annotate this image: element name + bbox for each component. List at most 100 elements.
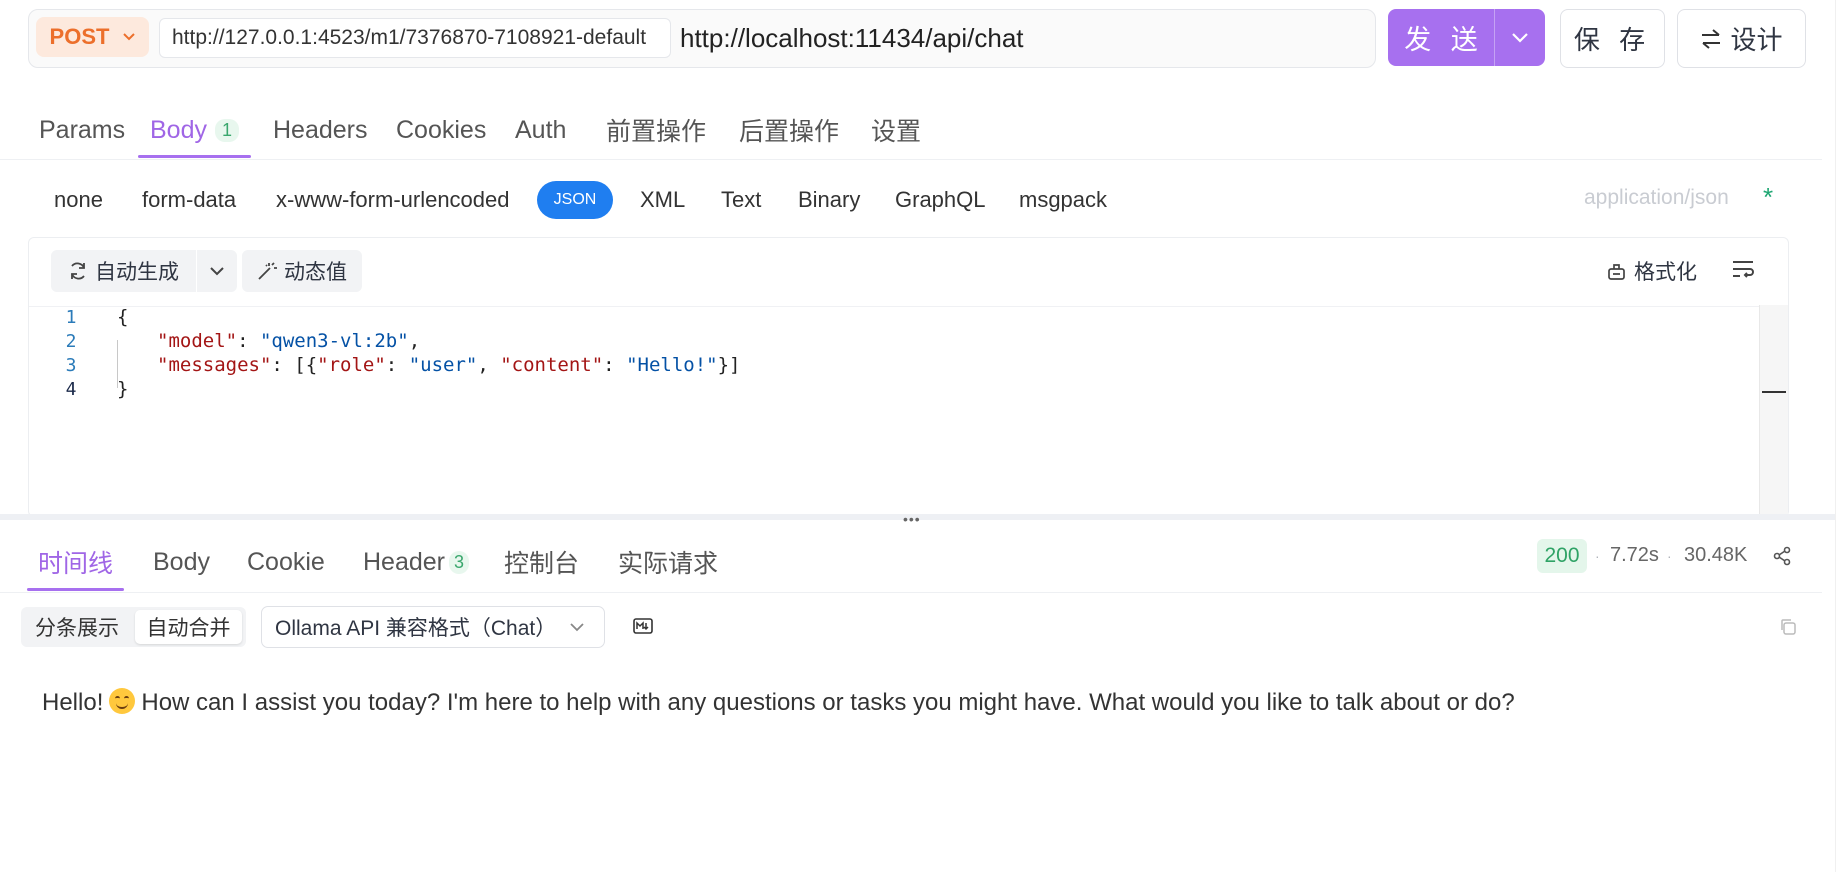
tab-console[interactable]: 控制台: [504, 542, 579, 582]
tab-response-header[interactable]: Header 3: [363, 542, 470, 582]
design-label: 设计: [1730, 25, 1783, 55]
tab-body[interactable]: Body 1: [150, 108, 239, 152]
chevron-down-icon: [570, 622, 584, 631]
tab-response-body[interactable]: Body: [153, 542, 210, 582]
design-button[interactable]: 设计: [1677, 9, 1806, 68]
body-type-text[interactable]: Text: [721, 182, 761, 218]
auto-generate-dropdown[interactable]: [197, 250, 237, 292]
tab-params[interactable]: Params: [39, 108, 125, 152]
tab-settings[interactable]: 设置: [871, 108, 921, 152]
json-string: "Hello!": [626, 354, 718, 376]
line-number: 2: [65, 331, 77, 352]
brace: {: [117, 306, 129, 328]
body-type-xml[interactable]: XML: [640, 182, 685, 218]
auto-generate-label: 自动生成: [95, 261, 179, 284]
divider: [0, 592, 1822, 593]
body-type-none[interactable]: none: [54, 182, 103, 218]
code-area[interactable]: 1 2 3 4 { "model": "qwen3-vl:2b", "messa…: [29, 306, 1759, 516]
tab-headers[interactable]: Headers: [273, 108, 368, 152]
display-mode-toggle: 分条展示 自动合并: [21, 607, 246, 647]
editor-minimap[interactable]: [1759, 305, 1788, 515]
content-type-label: application/json: [1584, 186, 1729, 209]
format-button[interactable]: 格式化: [1607, 256, 1697, 286]
separator-dot: ·: [1595, 548, 1600, 564]
switch-arrows-icon: [1702, 28, 1721, 49]
json-string: "qwen3-vl:2b": [259, 330, 409, 352]
indent-guide: [117, 340, 118, 388]
tab-actual-request[interactable]: 实际请求: [618, 542, 718, 582]
response-text-start: Hello!: [42, 689, 104, 716]
chevron-down-icon: [1512, 32, 1528, 43]
auto-generate-button[interactable]: 自动生成: [51, 250, 196, 292]
body-type-graphql[interactable]: GraphQL: [895, 182, 986, 218]
response-text-rest: How can I assist you today? I'm here to …: [141, 689, 1515, 716]
request-url-input[interactable]: http://localhost:11434/api/chat: [680, 18, 1024, 58]
json-key: "model": [157, 330, 238, 352]
json-string: "user": [408, 354, 478, 376]
send-label: 发 送: [1404, 25, 1484, 55]
code-line: }: [117, 378, 128, 400]
body-type-urlencoded[interactable]: x-www-form-urlencoded: [276, 182, 510, 218]
code-line: "model": "qwen3-vl:2b",: [157, 330, 421, 352]
word-wrap-icon[interactable]: [1731, 258, 1755, 280]
send-button[interactable]: 发 送: [1388, 9, 1545, 66]
format-select-value: Ollama API 兼容格式（Chat）: [275, 617, 557, 640]
smiling-face-icon: [109, 688, 136, 714]
refresh-icon: [71, 262, 85, 280]
markdown-icon[interactable]: [633, 618, 653, 634]
response-size: 30.48K: [1684, 544, 1748, 566]
method-select[interactable]: POST: [36, 17, 149, 57]
line-number: 4: [65, 379, 77, 400]
header-count-badge: 3: [449, 550, 470, 574]
body-count-badge: 1: [214, 118, 239, 142]
drag-handle-icon[interactable]: •••: [903, 511, 921, 527]
broom-icon: [1608, 263, 1625, 280]
format-label: 格式化: [1634, 261, 1697, 284]
active-tab-indicator: [138, 155, 251, 158]
separator-dot: ·: [1667, 548, 1672, 564]
tab-timeline[interactable]: 时间线: [38, 542, 113, 582]
save-button[interactable]: 保 存: [1560, 9, 1665, 68]
tab-pre-operations[interactable]: 前置操作: [606, 108, 706, 152]
brace: }: [117, 378, 129, 400]
code-line: {: [117, 306, 128, 328]
tab-label: Body: [150, 115, 207, 144]
minimap-cursor: [1762, 391, 1786, 393]
json-key: "content": [500, 354, 604, 376]
env-base-url[interactable]: http://127.0.0.1:4523/m1/7376870-7108921…: [159, 18, 671, 58]
chevron-down-icon: [210, 266, 224, 275]
json-key: "messages": [157, 354, 272, 376]
response-time: 7.72s: [1610, 544, 1659, 566]
mode-merge-button[interactable]: 自动合并: [135, 610, 242, 644]
magic-wand-icon: [258, 262, 277, 280]
tab-response-cookie[interactable]: Cookie: [247, 542, 325, 582]
tab-label: Header: [363, 547, 445, 576]
dynamic-value-button[interactable]: 动态值: [242, 250, 362, 292]
response-message: Hello! How can I assist you today? I'm he…: [42, 688, 1515, 717]
page-scrollbar[interactable]: [1835, 0, 1847, 872]
response-format-select[interactable]: Ollama API 兼容格式（Chat）: [261, 606, 605, 648]
json-key: "role": [317, 354, 386, 376]
required-mark: *: [1763, 182, 1774, 212]
body-type-form-data[interactable]: form-data: [142, 182, 236, 218]
chevron-down-icon: [123, 33, 136, 41]
panel-splitter[interactable]: [0, 514, 1847, 520]
copy-icon[interactable]: [1779, 618, 1797, 636]
active-tab-indicator: [27, 588, 124, 591]
line-number: 3: [65, 355, 77, 376]
status-badge: 200: [1537, 539, 1587, 573]
tab-auth[interactable]: Auth: [515, 108, 566, 152]
body-type-msgpack[interactable]: msgpack: [1019, 182, 1107, 218]
send-dropdown[interactable]: [1495, 32, 1545, 43]
json-editor-panel: 自动生成 动态值 格式化 1 2 3 4 { "model": "qwen3-v…: [28, 237, 1789, 517]
editor-toolbar: 自动生成 动态值 格式化: [29, 238, 1788, 307]
method-label: POST: [49, 24, 110, 49]
mode-split-button[interactable]: 分条展示: [21, 607, 133, 647]
line-number: 1: [65, 307, 77, 328]
share-icon[interactable]: [1772, 546, 1792, 566]
divider: [0, 159, 1822, 160]
body-type-binary[interactable]: Binary: [798, 182, 860, 218]
body-type-json[interactable]: JSON: [537, 181, 613, 219]
tab-cookies[interactable]: Cookies: [396, 108, 486, 152]
tab-post-operations[interactable]: 后置操作: [739, 108, 839, 152]
